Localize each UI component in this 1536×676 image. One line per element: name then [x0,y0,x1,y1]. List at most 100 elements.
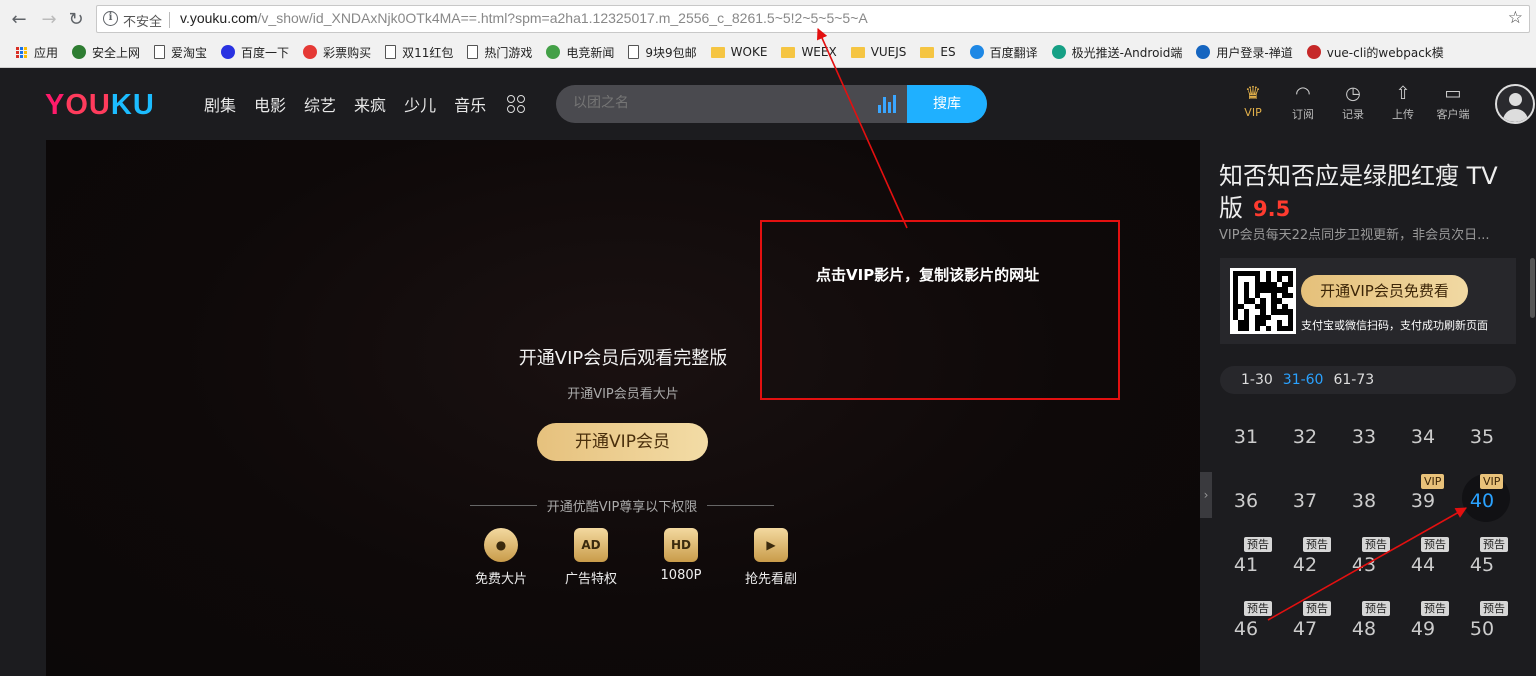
episode-item[interactable]: 43 预告 [1342,537,1392,592]
menu-item-variety[interactable]: 综艺 [304,92,336,116]
youku-logo[interactable]: YOUKU [45,89,155,122]
header-icon-button[interactable]: ▭ 客户端 [1428,82,1478,122]
menu-item-laifeng[interactable]: 来疯 [354,92,386,116]
preview-badge: 预告 [1303,601,1331,616]
bookmark-item[interactable]: 彩票购买 [303,44,371,61]
show-description: VIP会员每天22点同步卫视更新，非会员次日... [1219,228,1490,243]
logo-letter: U [132,89,155,121]
vip-badge: VIP [1421,474,1445,489]
episode-item[interactable]: 40 VIP [1460,474,1510,528]
episode-number: 32 [1292,426,1318,448]
vip-perk: AD 广告特权 [546,528,636,587]
header-icon-button[interactable]: ◷ 记录 [1328,82,1378,122]
forward-icon[interactable]: → [38,8,60,30]
search-box: 搜库 [556,85,987,123]
bookmark-item[interactable]: WEEX [781,45,837,59]
clock-icon: ◷ [1345,83,1361,104]
bookmark-label: 百度翻译 [989,45,1038,60]
episode-item[interactable]: 38 [1342,476,1392,528]
episode-number: 46 [1233,618,1259,640]
vip-perk-label: 免费大片 [474,572,527,587]
menu-item-tv[interactable]: 剧集 [204,92,236,116]
episode-item[interactable]: 37 [1283,476,1333,528]
bookmark-label: 百度一下 [241,45,290,60]
episode-item[interactable]: 42 预告 [1283,537,1333,592]
bookmark-item[interactable]: vue-cli的webpack模 [1306,44,1444,61]
vip-free-watch-button[interactable]: 开通VIP会员免费看 [1301,275,1468,307]
menu-item-kids[interactable]: 少儿 [404,92,436,116]
bookmark-star-icon[interactable]: ☆ [1508,8,1523,28]
bookmark-item[interactable]: 极光推送-Android端 [1051,44,1183,61]
episode-item[interactable]: 49 预告 [1401,601,1451,656]
bookmark-item[interactable]: VUEJS [850,45,906,59]
episode-number: 45 [1469,554,1495,576]
bookmark-item[interactable]: 百度翻译 [969,44,1038,61]
episode-item[interactable]: 34 [1401,412,1451,464]
open-vip-button[interactable]: 开通VIP会员 [537,423,708,461]
episode-item[interactable]: 32 [1283,412,1333,464]
bookmark-item[interactable]: 电竞新闻 [546,44,614,61]
crown-icon: ♛ [1244,83,1262,104]
header-icon-button[interactable]: ♛ VIP [1228,82,1278,122]
avatar[interactable] [1495,84,1535,124]
header-icon-label: VIP [1244,106,1262,119]
episode-item[interactable]: 31 [1224,412,1274,464]
game-icon [546,45,561,59]
episode-item[interactable]: 48 预告 [1342,601,1392,656]
bookmark-item[interactable]: 用户登录-禅道 [1196,44,1293,61]
search-button[interactable]: 搜库 [907,85,987,123]
episode-item[interactable]: 35 [1460,412,1510,464]
preview-badge: 预告 [1362,537,1390,552]
tab-episode-range[interactable]: 1-30 [1241,372,1273,388]
header-icon-button[interactable]: ⇧ 上传 [1378,82,1428,122]
menu-item-music[interactable]: 音乐 [454,92,486,116]
bookmark-label: 双11红包 [402,45,454,60]
preview-badge: 预告 [1362,601,1390,616]
show-title: 知否知否应是绿肥红瘦 TV版 9.5 [1219,160,1514,225]
ad-icon: AD [574,528,608,562]
info-icon[interactable]: i [103,11,118,26]
vip-perk: ● 免费大片 [456,528,546,587]
preview-badge: 预告 [1244,537,1272,552]
more-categories-icon[interactable] [507,95,525,113]
search-input[interactable] [573,95,853,111]
insecure-label[interactable]: 不安全 [123,11,162,30]
bookmark-item[interactable]: 9块9包邮 [628,44,697,61]
bookmark-item[interactable]: 热门游戏 [467,44,532,61]
bookmark-item[interactable]: 应用 [14,44,58,61]
scrollbar[interactable] [1530,258,1535,318]
tab-episode-range[interactable]: 61-73 [1333,372,1374,388]
episode-item[interactable]: 45 预告 [1460,537,1510,592]
episode-item[interactable]: 44 预告 [1401,537,1451,592]
episode-number: 40 [1469,490,1495,512]
bookmark-item[interactable]: ES [920,45,956,59]
bookmark-item[interactable]: WOKE [710,45,767,59]
vip-perk-label: 1080P [660,568,702,583]
episode-number: 31 [1233,426,1259,448]
episode-number: 41 [1233,554,1259,576]
folder-icon [781,46,796,58]
menu-item-movie[interactable]: 电影 [254,92,286,116]
episode-item[interactable]: 46 预告 [1224,601,1274,656]
header-icon-label: 客户端 [1436,108,1470,121]
episode-item[interactable]: 39 VIP [1401,474,1451,528]
vip-perk: ▶ 抢先看剧 [726,528,816,587]
bookmark-label: 极光推送-Android端 [1071,45,1183,60]
bookmark-item[interactable]: 百度一下 [221,44,289,61]
header-icon-button[interactable]: ◠ 订阅 [1278,82,1328,122]
tab-episode-range[interactable]: 31-60 [1283,372,1324,388]
episode-item[interactable]: 41 预告 [1224,537,1274,592]
hot-search-icon[interactable] [878,95,896,113]
bookmark-item[interactable]: 安全上网 [72,44,140,61]
back-icon[interactable]: ← [8,8,30,30]
bookmark-item[interactable]: 双11红包 [385,44,453,61]
episode-item[interactable]: 47 预告 [1283,601,1333,656]
episode-item[interactable]: 36 [1224,476,1274,528]
reload-icon[interactable]: ↻ [65,8,87,30]
episode-item[interactable]: 50 预告 [1460,601,1510,656]
bookmark-item[interactable]: 爱淘宝 [154,44,207,61]
episode-item[interactable]: 33 [1342,412,1392,464]
url-text[interactable]: v.youku.com/v_show/id_XNDAxNjk0OTk4MA==.… [180,10,868,26]
collapse-sidebar-icon[interactable]: › [1200,472,1212,518]
address-bar[interactable]: i 不安全 v.youku.com/v_show/id_XNDAxNjk0OTk… [96,5,1530,33]
